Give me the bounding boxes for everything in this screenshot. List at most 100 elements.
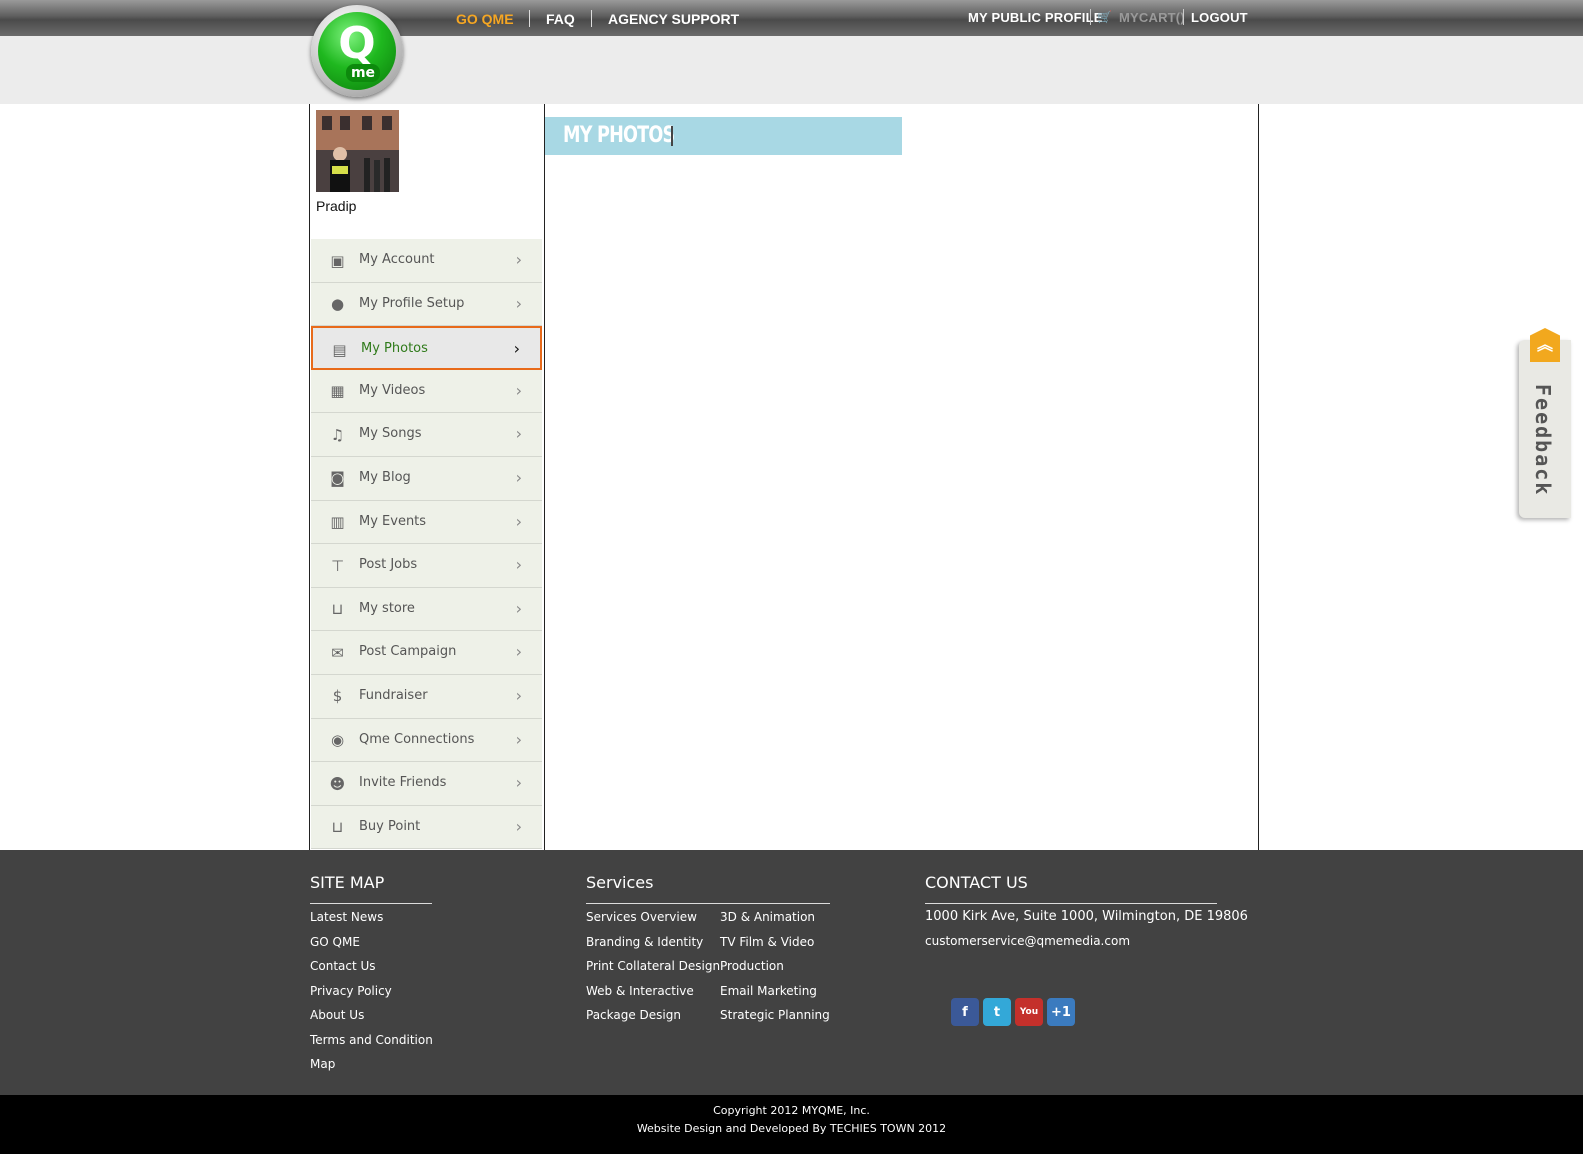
sidebar-item-fundraiser[interactable]: $ Fundraiser › bbox=[311, 675, 542, 719]
sidebar-item-my-photos[interactable]: ▤ My Photos › bbox=[311, 326, 542, 370]
service-link[interactable]: 3D & Animation bbox=[720, 910, 815, 924]
nav-faq[interactable]: FAQ bbox=[546, 11, 575, 27]
sidebar-item-invite-friends[interactable]: ☻ Invite Friends › bbox=[311, 762, 542, 806]
chevron-right-icon: › bbox=[515, 380, 522, 400]
dollar-icon: $ bbox=[332, 687, 343, 706]
chevron-up-icon[interactable]: ︽ bbox=[1530, 328, 1560, 362]
logo-sub: me bbox=[346, 64, 380, 82]
sidebar-border bbox=[544, 104, 545, 850]
logout-link[interactable]: LOGOUT bbox=[1191, 10, 1248, 25]
chevron-right-icon: › bbox=[515, 424, 522, 444]
sitemap-link[interactable]: About Us bbox=[310, 1008, 364, 1022]
service-link[interactable]: Web & Interactive bbox=[586, 984, 694, 998]
nav-divider bbox=[1183, 9, 1184, 25]
sidebar-item-my-videos[interactable]: ▦ My Videos › bbox=[311, 370, 542, 414]
page-title: MY PHOTOS bbox=[563, 123, 675, 148]
sidebar-item-post-campaign[interactable]: ✉ Post Campaign › bbox=[311, 631, 542, 675]
page-header: MY PHOTOS bbox=[545, 117, 902, 155]
sidebar-item-my-account[interactable]: ▣ My Account › bbox=[311, 239, 542, 283]
sidebar-item-label: Post Campaign bbox=[359, 644, 457, 660]
chevron-right-icon: › bbox=[513, 339, 520, 359]
top-bar bbox=[0, 0, 1583, 36]
sidebar-item-label: Fundraiser bbox=[359, 687, 428, 703]
person-icon: ● bbox=[330, 295, 345, 314]
sidebar-item-qme-connections[interactable]: ◉ Qme Connections › bbox=[311, 719, 542, 763]
sitemap-link[interactable]: Latest News bbox=[310, 910, 383, 924]
sidebar-item-label: My store bbox=[359, 600, 415, 616]
chevron-right-icon: › bbox=[515, 642, 522, 662]
sidebar-item-label: My Songs bbox=[359, 426, 422, 442]
service-link[interactable]: Print Collateral Design bbox=[586, 959, 720, 973]
my-cart-link[interactable]: MYCART() bbox=[1119, 10, 1185, 25]
service-link[interactable]: Services Overview bbox=[586, 910, 697, 924]
sidebar-menu: ▣ My Account › ● My Profile Setup › ▤ My Photos… bbox=[311, 239, 542, 850]
sidebar-item-my-songs[interactable]: ♫ My Songs › bbox=[311, 413, 542, 457]
contact-heading: CONTACT US bbox=[925, 873, 1028, 892]
sidebar-item-my-events[interactable]: ▥ My Events › bbox=[311, 501, 542, 545]
sitemap-link[interactable]: Map bbox=[310, 1057, 335, 1071]
title-divider bbox=[671, 126, 673, 146]
sidebar-item-label: My Account bbox=[359, 252, 435, 267]
service-link[interactable]: Branding & Identity bbox=[586, 935, 703, 949]
sidebar-item-label: Post Jobs bbox=[359, 557, 418, 573]
left-border bbox=[309, 104, 310, 850]
basket-icon: ⊔ bbox=[331, 818, 344, 837]
sidebar-item-my-profile-setup[interactable]: ● My Profile Setup › bbox=[311, 283, 542, 327]
sitemap-heading: SITE MAP bbox=[310, 873, 385, 892]
nav-go-qme[interactable]: GO QME bbox=[456, 11, 514, 27]
avatar-photo bbox=[316, 110, 399, 192]
service-link[interactable]: Production bbox=[720, 959, 784, 973]
nav-divider bbox=[1090, 9, 1091, 25]
contact-rule bbox=[925, 903, 1217, 904]
youtube-icon[interactable]: You bbox=[1015, 998, 1043, 1026]
sitemap-rule bbox=[310, 903, 432, 904]
sitemap-link[interactable]: Privacy Policy bbox=[310, 984, 392, 998]
chevron-right-icon: › bbox=[515, 685, 522, 705]
sitemap-link[interactable]: Contact Us bbox=[310, 959, 376, 973]
cart-icon[interactable]: 🛒 bbox=[1097, 10, 1112, 24]
chevron-right-icon: › bbox=[515, 598, 522, 618]
sidebar-item-my-store[interactable]: ⊔ My store › bbox=[311, 588, 542, 632]
qme-icon: ◉ bbox=[330, 731, 345, 750]
photos-icon: ▤ bbox=[332, 340, 347, 359]
service-link[interactable]: Email Marketing bbox=[720, 984, 817, 998]
nav-divider bbox=[529, 10, 530, 27]
copyright-bar: Copyright 2012 MYQME, Inc. Website Desig… bbox=[0, 1095, 1583, 1154]
sidebar-item-label: Buy Point bbox=[359, 818, 421, 834]
sidebar-item-post-jobs[interactable]: ⊤ Post Jobs › bbox=[311, 544, 542, 588]
sidebar-item-my-blog[interactable]: ◙ My Blog › bbox=[311, 457, 542, 501]
facebook-icon[interactable]: f bbox=[951, 998, 979, 1026]
service-link[interactable]: Strategic Planning bbox=[720, 1008, 830, 1022]
qme-logo[interactable]: Q me bbox=[311, 5, 403, 97]
sidebar-item-label: Qme Connections bbox=[359, 731, 475, 747]
signpost-icon: ⊤ bbox=[330, 556, 345, 575]
service-link[interactable]: TV Film & Video bbox=[720, 935, 814, 949]
sidebar-item-label: My Blog bbox=[359, 469, 411, 485]
credit-text: Website Design and Developed By TECHIES … bbox=[636, 1122, 947, 1135]
chevron-right-icon: › bbox=[515, 773, 522, 793]
sitemap-link[interactable]: GO QME bbox=[310, 935, 360, 949]
googleplus-icon[interactable]: +1 bbox=[1047, 998, 1075, 1026]
logo-letter: Q bbox=[338, 18, 376, 69]
cart-icon: ⊔ bbox=[331, 600, 344, 619]
service-link[interactable]: Package Design bbox=[586, 1008, 681, 1022]
nav-agency-support[interactable]: AGENCY SUPPORT bbox=[608, 11, 739, 27]
services-heading: Services bbox=[586, 873, 654, 892]
sidebar-item-buy-point[interactable]: ⊔ Buy Point › bbox=[311, 806, 542, 850]
services-rule bbox=[586, 903, 830, 904]
chevron-right-icon: › bbox=[515, 729, 522, 749]
avatar[interactable] bbox=[316, 110, 399, 192]
footer bbox=[0, 850, 1583, 1095]
contact-address: 1000 Kirk Ave, Suite 1000, Wilmington, D… bbox=[925, 909, 1248, 924]
twitter-icon[interactable]: t bbox=[983, 998, 1011, 1026]
chevron-right-icon: › bbox=[515, 511, 522, 531]
sidebar-item-label: Invite Friends bbox=[359, 775, 447, 791]
friends-icon: ☻ bbox=[329, 774, 346, 793]
contact-email[interactable]: customerservice@qmemedia.com bbox=[925, 934, 1130, 948]
my-public-profile-link[interactable]: MY PUBLIC PROFILE bbox=[968, 10, 1103, 25]
sidebar-item-label: My Photos bbox=[361, 341, 428, 357]
feedback-tab[interactable]: ︽ Feedback bbox=[1519, 328, 1571, 518]
chevron-right-icon: › bbox=[515, 293, 522, 313]
chevron-right-icon: › bbox=[515, 555, 522, 575]
sitemap-link[interactable]: Terms and Condition bbox=[310, 1033, 433, 1047]
